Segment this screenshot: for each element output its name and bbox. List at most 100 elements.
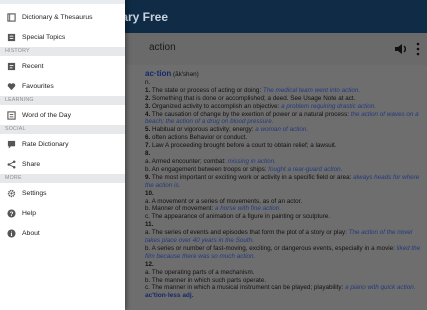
definition-line: 7. Law A proceeding brought before a cou… bbox=[145, 142, 425, 150]
section-learning: LEARNING bbox=[0, 96, 125, 105]
definition-line: 4. The causation of change by the exerti… bbox=[145, 111, 425, 127]
sense-number: 11. bbox=[145, 221, 154, 229]
rate-icon bbox=[6, 139, 16, 149]
speaker-icon[interactable] bbox=[393, 41, 409, 57]
definition-text: ac·tion (ăk′shən) n. 1. The state or pro… bbox=[145, 70, 425, 300]
sense-text: Law A proceeding brought before a court … bbox=[152, 142, 337, 150]
sense-text: The state or process of acting or doing: bbox=[151, 86, 263, 94]
sense-text: b. A series or number of fast-moving, ex… bbox=[145, 244, 397, 252]
heart-icon bbox=[6, 81, 16, 91]
drawer-item-rate-dictionary[interactable]: Rate Dictionary bbox=[0, 134, 125, 154]
drawer-item-recent[interactable]: Recent bbox=[0, 56, 125, 76]
drawer-item-about[interactable]: i About bbox=[0, 223, 125, 243]
more-options-icon[interactable] bbox=[415, 41, 421, 57]
definition-line: b. An engagement between troops or ships… bbox=[145, 166, 425, 174]
definition-line: b. The manner in which such parts operat… bbox=[145, 277, 425, 285]
sense-text: a. Armed encounter; combat: bbox=[145, 157, 228, 165]
example-text: a piano with quick action. bbox=[345, 284, 416, 292]
drawer-item-label: Share bbox=[22, 160, 41, 168]
sense-number: 4. bbox=[145, 110, 151, 118]
drawer-item-dictionary[interactable]: Dictionary & Thesaurus bbox=[0, 7, 125, 27]
word-of-day-icon bbox=[6, 110, 16, 120]
svg-text:?: ? bbox=[9, 210, 13, 217]
drawer-item-special-topics[interactable]: Special Topics bbox=[0, 27, 125, 47]
section-more: MORE bbox=[0, 174, 125, 183]
sense-text: Habitual or vigorous activity; energy: bbox=[152, 126, 256, 134]
drawer-item-label: Settings bbox=[22, 189, 47, 197]
headword: ac·tion bbox=[145, 69, 172, 78]
navigation-drawer: Dictionary & Thesaurus Special Topics HI… bbox=[0, 0, 125, 310]
drawer-item-label: About bbox=[22, 229, 40, 237]
drawer-item-word-of-the-day[interactable]: Word of the Day bbox=[0, 105, 125, 125]
sense-text: The causation of change by the exertion … bbox=[151, 110, 351, 118]
sense-text: Something that is done or accomplished; … bbox=[152, 94, 356, 102]
example-text: a horse with fine action. bbox=[215, 205, 282, 213]
definition-line: 11. bbox=[145, 221, 425, 229]
sense-number: 10. bbox=[145, 189, 154, 197]
sense-text: a. The series of events and episodes tha… bbox=[145, 229, 349, 237]
definition-line: 1. The state or process of acting or doi… bbox=[145, 87, 425, 95]
book-icon bbox=[6, 12, 16, 22]
sense-number: 8. bbox=[145, 150, 151, 158]
sense-text: a. The operating parts of a mechanism. bbox=[145, 268, 255, 276]
drawer-item-label: Help bbox=[22, 209, 36, 217]
sense-number: 1. bbox=[145, 86, 151, 94]
derived-word: ac′tion·less adj. bbox=[145, 292, 194, 300]
sense-text: b. Manner of movement: bbox=[145, 205, 215, 213]
definition-line: c. The appearance of animation of a figu… bbox=[145, 213, 425, 221]
example-text: The medical team went into action. bbox=[262, 86, 361, 94]
sense-text: a. A movement or a series of movements, … bbox=[145, 197, 303, 205]
definition-line: 5. Habitual or vigorous activity; energy… bbox=[145, 126, 425, 134]
part-of-speech: n. bbox=[145, 78, 151, 86]
definition-line: b. Manner of movement: a horse with fine… bbox=[145, 205, 425, 213]
svg-text:i: i bbox=[10, 231, 12, 238]
drawer-item-label: Favourites bbox=[22, 82, 54, 90]
definition-line: a. The series of events and episodes tha… bbox=[145, 229, 425, 245]
definition-line: 6. often actions Behavior or conduct. bbox=[145, 134, 425, 142]
definition-line: a. The operating parts of a mechanism. bbox=[145, 269, 425, 277]
drawer-item-label: Special Topics bbox=[22, 33, 66, 41]
sense-text: c. The manner in which a musical instrum… bbox=[145, 284, 346, 292]
definition-line: 12. bbox=[145, 261, 425, 269]
example-text: missing in action. bbox=[227, 157, 276, 165]
search-bar[interactable]: action bbox=[125, 33, 427, 65]
drawer-item-label: Dictionary & Thesaurus bbox=[22, 13, 93, 21]
sense-text: Organized activity to accomplish an obje… bbox=[152, 102, 282, 110]
sense-number: 6. bbox=[145, 134, 151, 142]
definition-line: b. A series or number of fast-moving, ex… bbox=[145, 245, 425, 261]
definition-line: 10. bbox=[145, 190, 425, 198]
drawer-item-label: Rate Dictionary bbox=[22, 140, 69, 148]
drawer-item-favourites[interactable]: Favourites bbox=[0, 76, 125, 96]
definition-line: 9. The most important or exciting work o… bbox=[145, 174, 425, 190]
drawer-item-settings[interactable]: Settings bbox=[0, 183, 125, 203]
example-text: a problem requiring drastic action. bbox=[281, 102, 377, 110]
help-icon: ? bbox=[6, 208, 16, 218]
drawer-item-help[interactable]: ? Help bbox=[0, 203, 125, 223]
example-text: fought a rear-guard action. bbox=[268, 165, 343, 173]
sense-number: 9. bbox=[145, 173, 151, 181]
sense-text: b. The manner in which such parts operat… bbox=[145, 276, 266, 284]
sense-number: 2. bbox=[145, 94, 151, 102]
topics-icon bbox=[6, 32, 16, 42]
pronunciation: (ăk′shən) bbox=[172, 71, 199, 78]
definition-line: 3. Organized activity to accomplish an o… bbox=[145, 103, 425, 111]
drawer-item-share[interactable]: Share bbox=[0, 154, 125, 174]
recent-icon bbox=[6, 61, 16, 71]
gear-icon bbox=[6, 188, 16, 198]
sense-number: 7. bbox=[145, 142, 151, 150]
definition-line: c. The manner in which a musical instrum… bbox=[145, 284, 425, 292]
search-input[interactable]: action bbox=[149, 42, 176, 53]
sense-number: 3. bbox=[145, 102, 151, 110]
drawer-item-label: Word of the Day bbox=[22, 111, 71, 119]
drawer-item-label: Recent bbox=[22, 62, 44, 70]
sense-text: c. The appearance of animation of a figu… bbox=[145, 213, 331, 221]
sense-text: b. An engagement between troops or ships… bbox=[145, 165, 269, 173]
section-social: SOCIAL bbox=[0, 125, 125, 134]
definition-line: a. A movement or a series of movements, … bbox=[145, 198, 425, 206]
definition-line: a. Armed encounter; combat: missing in a… bbox=[145, 158, 425, 166]
sense-number: 5. bbox=[145, 126, 151, 134]
info-icon: i bbox=[6, 228, 16, 238]
share-icon bbox=[6, 159, 16, 169]
example-text: a woman of action. bbox=[255, 126, 309, 134]
sense-number: 12. bbox=[145, 260, 154, 268]
